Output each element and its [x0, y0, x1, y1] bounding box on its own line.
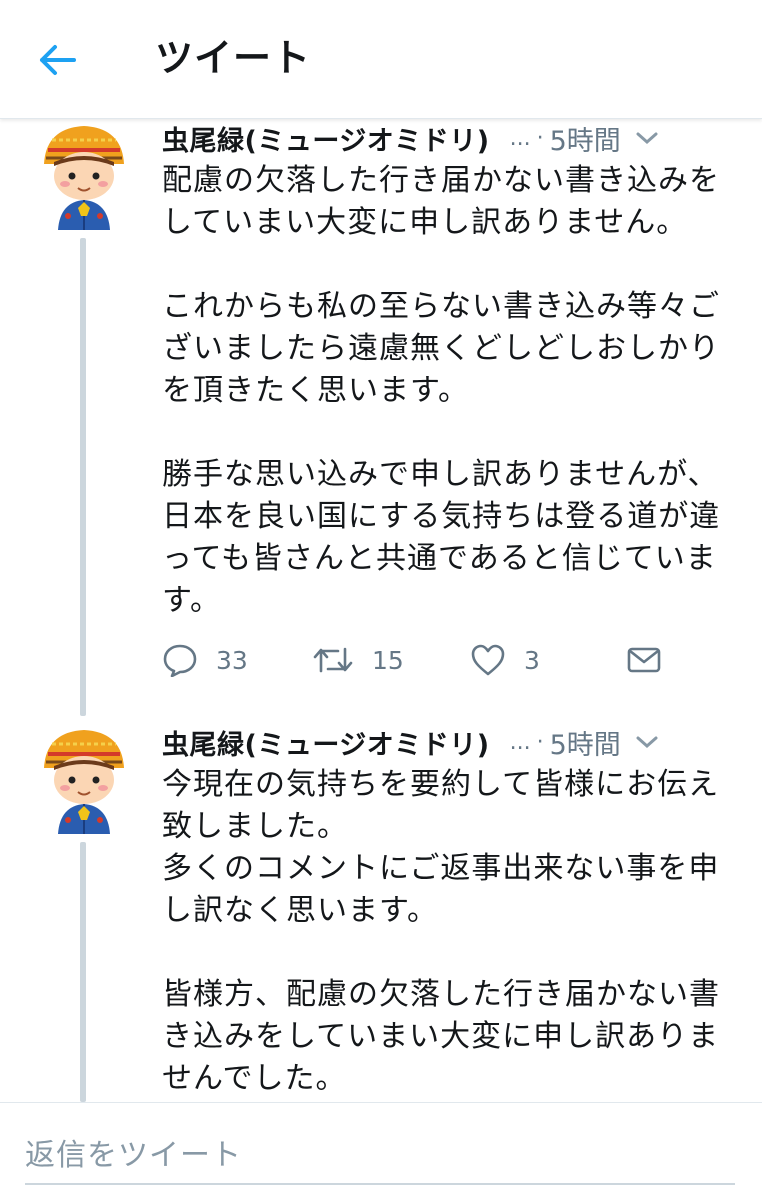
heart-icon [471, 644, 505, 676]
reply-button[interactable]: 33 [162, 632, 248, 688]
direct-message-button[interactable] [626, 632, 662, 688]
tweet-text: 今現在の気持ちを要約して皆様にお伝え 致しました。 多くのコメントにご返事出来な… [162, 767, 720, 1096]
tweet-time[interactable]: 5時間 [550, 119, 621, 158]
chevron-down-icon [636, 736, 658, 749]
tweet-menu-button[interactable] [635, 734, 659, 750]
tweet-text: 配慮の欠落した行き届かない書き込みを していまい大変に申し訳ありません。 これか… [162, 163, 721, 618]
tweet-actions: 33 15 3 [162, 632, 722, 688]
separator-dot: · [536, 125, 544, 151]
reply-count: 33 [216, 645, 248, 675]
like-count: 3 [524, 645, 540, 675]
back-button[interactable] [30, 38, 86, 82]
thread-connector-line [80, 842, 86, 1102]
thread-connector-line [80, 238, 86, 716]
reply-bar: 返信をツイート [0, 1102, 762, 1201]
tweet-header: 虫尾緑(ミュージオミドリ) ... · 5時間 [162, 118, 740, 158]
author-name[interactable]: 虫尾緑(ミュージオミドリ) [162, 723, 490, 762]
truncated-handle: ... [509, 729, 531, 755]
like-button[interactable]: 3 [470, 632, 540, 688]
back-arrow-icon [40, 45, 76, 75]
author-name[interactable]: 虫尾緑(ミュージオミドリ) [162, 119, 490, 158]
page-title: ツイート [155, 36, 312, 80]
tweet-menu-button[interactable] [635, 130, 659, 146]
retweet-count: 15 [372, 645, 404, 675]
separator-dot: · [536, 729, 544, 755]
chevron-down-icon [636, 132, 658, 145]
retweet-icon [313, 647, 353, 673]
reply-input[interactable]: 返信をツイート [25, 1129, 735, 1185]
reply-bubble-icon [163, 644, 197, 677]
avatar[interactable] [38, 724, 130, 834]
tweet-header: 虫尾緑(ミュージオミドリ) ... · 5時間 [162, 722, 740, 762]
truncated-handle: ... [509, 125, 531, 151]
tweet-time[interactable]: 5時間 [550, 723, 621, 762]
avatar[interactable] [38, 120, 130, 230]
top-bar: ツイート [0, 0, 762, 119]
retweet-button[interactable]: 15 [312, 632, 404, 688]
envelope-icon [627, 647, 661, 673]
